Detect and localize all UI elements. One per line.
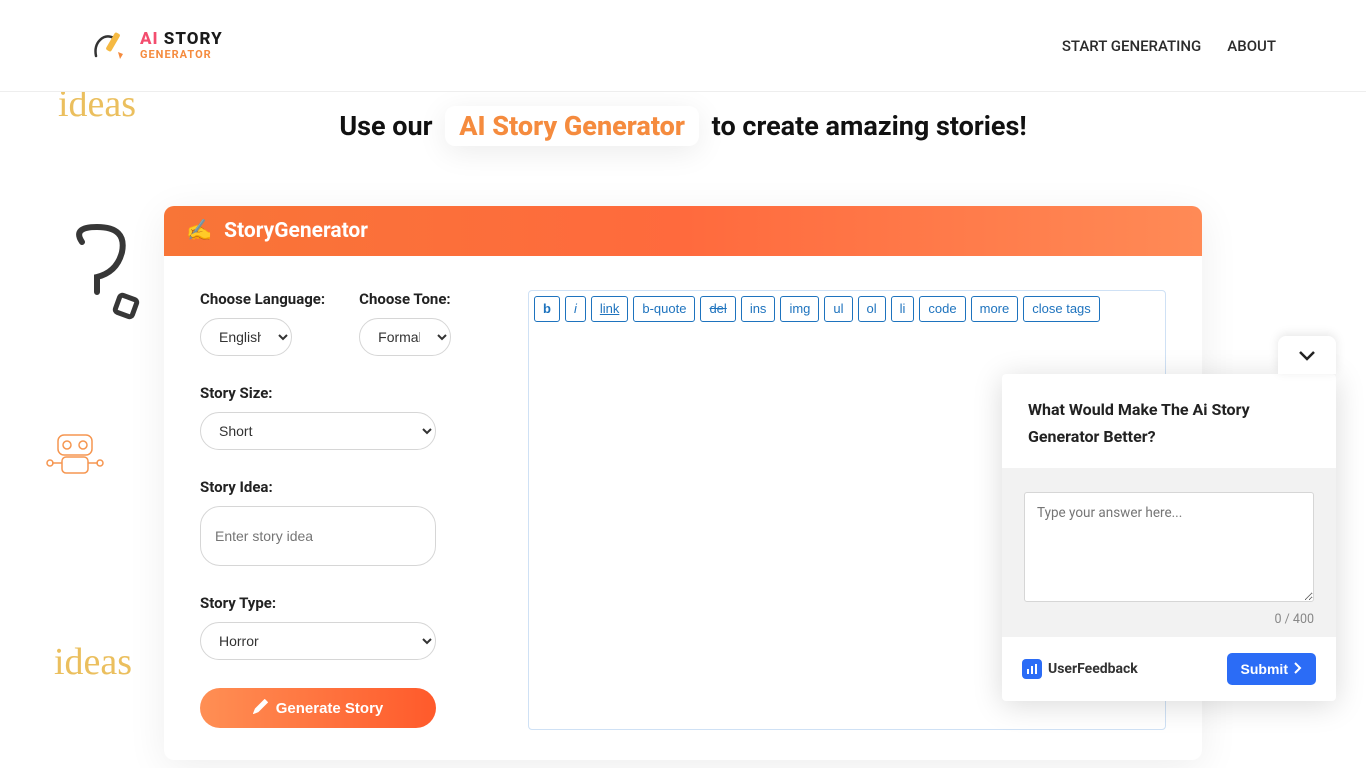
- language-select[interactable]: English: [200, 318, 292, 356]
- toolbar-code-button[interactable]: code: [919, 296, 965, 322]
- pencil-icon: [253, 699, 268, 718]
- editor-toolbar: b i link b-quote del ins img ul ol li co…: [529, 291, 1165, 327]
- question-mark-doodle: [62, 222, 152, 336]
- feedback-collapse-tab[interactable]: [1278, 336, 1336, 374]
- toolbar-ul-button[interactable]: ul: [824, 296, 852, 322]
- card-header: ✍️ StoryGenerator: [164, 206, 1202, 256]
- toolbar-italic-button[interactable]: i: [565, 296, 586, 322]
- robot-doodle: [40, 415, 110, 489]
- type-select[interactable]: Horror: [200, 622, 436, 660]
- feedback-textarea[interactable]: [1024, 492, 1314, 602]
- nav-start-generating[interactable]: START GENERATING: [1062, 37, 1201, 55]
- chevron-right-icon: [1294, 661, 1302, 677]
- toolbar-bold-button[interactable]: b: [534, 296, 560, 322]
- tone-select[interactable]: Formal: [359, 318, 451, 356]
- toolbar-ol-button[interactable]: ol: [858, 296, 886, 322]
- toolbar-close-tags-button[interactable]: close tags: [1023, 296, 1100, 322]
- userfeedback-icon: [1022, 659, 1042, 679]
- size-select[interactable]: Short: [200, 412, 436, 450]
- logo[interactable]: AI STORY GENERATOR: [90, 26, 223, 66]
- writing-hand-icon: ✍️: [186, 219, 212, 243]
- userfeedback-brand[interactable]: UserFeedback: [1022, 659, 1138, 679]
- feedback-question: What Would Make The Ai Story Generator B…: [1002, 374, 1336, 468]
- story-idea-input[interactable]: [200, 506, 436, 566]
- logo-pencil-icon: [90, 26, 130, 66]
- toolbar-img-button[interactable]: img: [780, 296, 819, 322]
- chevron-down-icon: [1299, 346, 1315, 365]
- ideas-doodle: ideas: [54, 640, 132, 684]
- toolbar-blockquote-button[interactable]: b-quote: [633, 296, 695, 322]
- idea-label: Story Idea:: [200, 478, 468, 496]
- feedback-widget: What Would Make The Ai Story Generator B…: [1002, 374, 1336, 701]
- type-label: Story Type:: [200, 594, 468, 612]
- generate-story-button[interactable]: Generate Story: [200, 688, 436, 728]
- feedback-submit-button[interactable]: Submit: [1227, 653, 1316, 685]
- toolbar-more-button[interactable]: more: [971, 296, 1019, 322]
- feedback-char-count: 0 / 400: [1024, 612, 1314, 627]
- tagline-highlight: AI Story Generator: [459, 110, 685, 142]
- nav-about[interactable]: ABOUT: [1227, 37, 1276, 55]
- toolbar-li-button[interactable]: li: [891, 296, 915, 322]
- tagline: Use our AI Story Generator to create ama…: [0, 106, 1366, 146]
- toolbar-ins-button[interactable]: ins: [741, 296, 776, 322]
- language-label: Choose Language:: [200, 290, 325, 308]
- toolbar-link-button[interactable]: link: [591, 296, 629, 322]
- size-label: Story Size:: [200, 384, 468, 402]
- toolbar-del-button[interactable]: del: [700, 296, 735, 322]
- logo-text: AI STORY GENERATOR: [140, 30, 223, 61]
- tone-label: Choose Tone:: [359, 290, 451, 308]
- card-title: StoryGenerator: [224, 219, 368, 243]
